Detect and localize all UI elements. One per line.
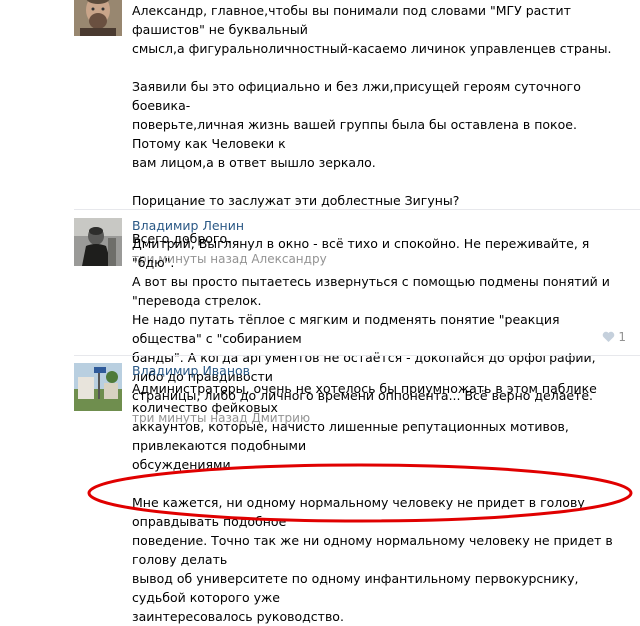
comment-line: Дмитрий, Выглянул в окно - всё тихо и сп… (132, 236, 590, 270)
comment-line: аккаунтов, которые, начисто лишенные реп… (132, 419, 569, 453)
comment-line: Заявили бы это официально и без лжи,прис… (132, 79, 581, 113)
like-button[interactable]: 1 (602, 329, 626, 345)
comment-line: вывод об университете по одному инфантил… (132, 571, 579, 605)
comment-line: Администраторы, очень не хотелось бы при… (132, 381, 597, 415)
separator (74, 209, 640, 210)
comment-line: вам лицом,а в ответ вышло зеркало. (132, 155, 376, 170)
comment-line: обсуждениями. (132, 457, 235, 472)
comment-line: А вот вы просто пытаетесь извернуться с … (132, 274, 610, 308)
comment-line: поверьте,личная жизнь вашей группы была … (132, 117, 577, 151)
comment-line: Мне кажется, ни одному нормальному челов… (132, 495, 585, 529)
avatar[interactable] (74, 363, 122, 411)
comment-body: Владимир Иванов Администраторы, очень не… (132, 363, 622, 626)
comment-paragraph: Порицание то заслужат эти доблестные Зиг… (132, 191, 622, 210)
comment-author-link[interactable]: Владимир Иванов (132, 363, 622, 379)
comment-line: смысл,а фигуральноличностный-касаемо лич… (132, 41, 612, 56)
comment-paragraph: Александр, главное,чтобы вы понимали под… (132, 1, 622, 58)
comment-line: поведение. Точно так же ни одному нормал… (132, 533, 613, 567)
comment-paragraph: Мне кажется, ни одному нормальному челов… (132, 493, 622, 626)
comment-paragraph: Заявили бы это официально и без лжи,прис… (132, 77, 622, 172)
comment-author-link[interactable]: Владимир Ленин (132, 218, 622, 234)
comment-line: Не надо путать тёплое с мягким и подменя… (132, 312, 560, 346)
comment-line: Порицание то заслужат эти доблестные Зиг… (132, 193, 460, 208)
like-count: 1 (618, 330, 626, 344)
comment-paragraph: Администраторы, очень не хотелось бы при… (132, 379, 622, 474)
separator (74, 355, 640, 356)
avatar[interactable] (74, 0, 122, 36)
comment-line: заинтересовалось руководство. (132, 609, 344, 624)
avatar[interactable] (74, 218, 122, 266)
comment-line: Александр, главное,чтобы вы понимали под… (132, 3, 571, 37)
heart-icon (602, 331, 614, 342)
